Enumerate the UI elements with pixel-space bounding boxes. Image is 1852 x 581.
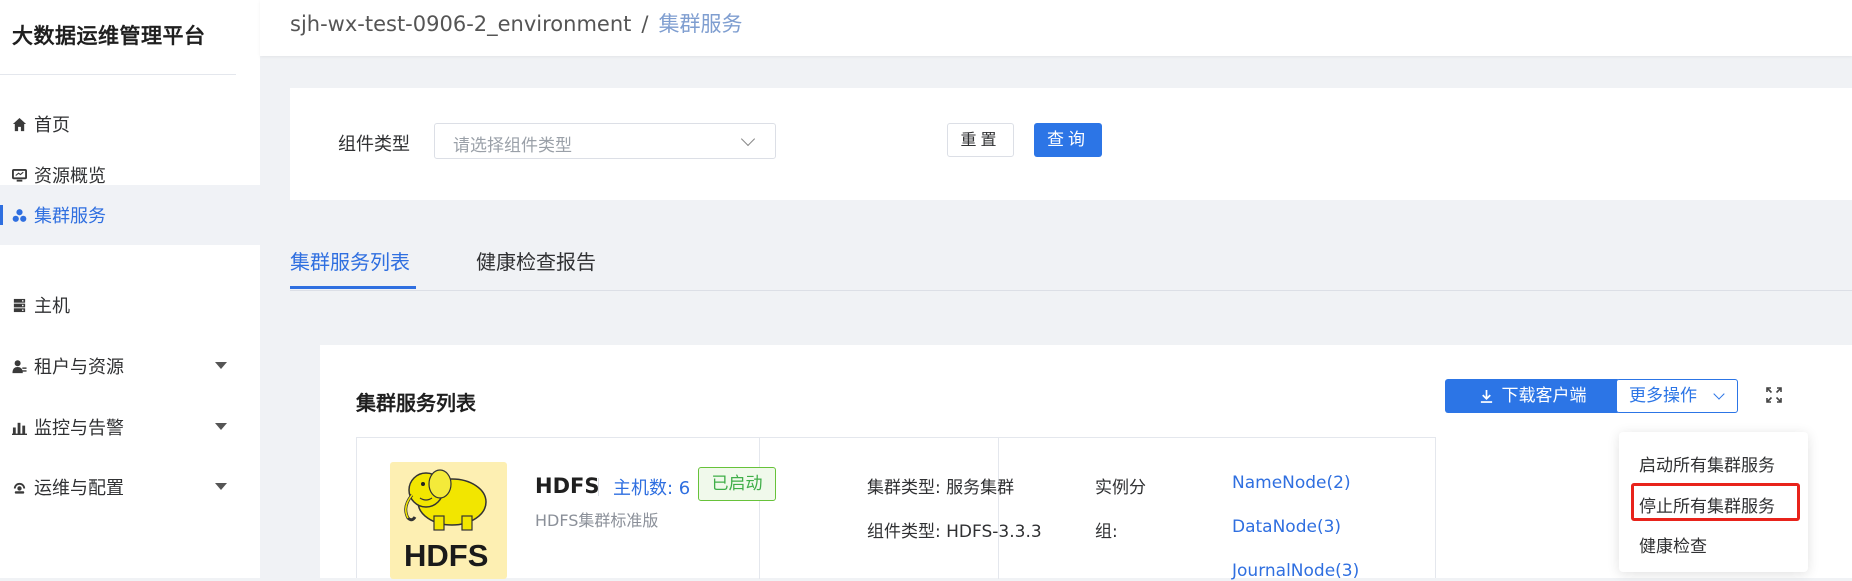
breadcrumb-environment[interactable]: sjh-wx-test-0906-2_environment — [290, 12, 631, 36]
menu-item-health-check[interactable]: 健康检查 — [1639, 532, 1707, 557]
chevron-down-icon — [740, 131, 756, 147]
cluster-type: 集群类型: 服务集群 — [867, 478, 1015, 498]
breadcrumb-separator: / — [641, 12, 649, 36]
active-tab-indicator — [290, 286, 416, 289]
sidebar: 大数据运维管理平台 首页 资源概览 集群服务 主机 租户与资源 监控与告警 运维… — [0, 0, 260, 578]
breadcrumb: sjh-wx-test-0906-2_environment / 集群服务 — [290, 8, 742, 38]
fullscreen-icon[interactable] — [1764, 385, 1784, 405]
sidebar-item-cluster-services[interactable]: 集群服务 — [0, 185, 260, 245]
chart-icon — [12, 420, 27, 435]
select-placeholder: 请选择组件类型 — [453, 136, 572, 156]
instance-group-label-cont: 组: — [1095, 522, 1118, 542]
component-type-select[interactable]: 请选择组件类型 — [434, 123, 776, 159]
chevron-down-icon — [1713, 388, 1725, 400]
service-row: HDFS HDFS 主机数: 6 已启动 HDFS集群标准版 集群类型: 服务集… — [356, 437, 1436, 581]
top-bar: sjh-wx-test-0906-2_environment / 集群服务 — [260, 0, 1852, 56]
download-client-button[interactable]: 下载客户端 — [1445, 379, 1620, 413]
logo-text: HDFS — [404, 538, 489, 573]
sidebar-item-ops-config[interactable]: 运维与配置 — [0, 457, 260, 517]
sidebar-item-label: 租户与资源 — [34, 357, 124, 378]
tab-health-report[interactable]: 健康检查报告 — [476, 246, 596, 275]
filter-panel: 组件类型 请选择组件类型 重置 查询 — [290, 88, 1852, 200]
host-count[interactable]: 主机数: 6 — [613, 474, 690, 500]
sidebar-item-label: 运维与配置 — [34, 478, 124, 499]
sidebar-item-label: 主机 — [34, 296, 70, 317]
download-client-label: 下载客户端 — [1501, 386, 1587, 406]
tab-cluster-service-list[interactable]: 集群服务列表 — [290, 246, 410, 275]
breadcrumb-current: 集群服务 — [658, 12, 743, 36]
brand-divider — [0, 74, 236, 75]
sidebar-item-label: 集群服务 — [34, 206, 106, 227]
app-title: 大数据运维管理平台 — [12, 24, 206, 48]
more-actions-label: 更多操作 — [1629, 386, 1697, 406]
component-type: 组件类型: HDFS-3.3.3 — [867, 522, 1042, 542]
active-indicator — [0, 205, 3, 225]
highlight-box — [1631, 483, 1800, 521]
sidebar-item-hosts[interactable]: 主机 — [0, 275, 260, 335]
reset-button[interactable]: 重置 — [947, 123, 1014, 157]
hdfs-logo: HDFS — [390, 462, 507, 579]
service-name[interactable]: HDFS — [535, 474, 599, 498]
list-title: 集群服务列表 — [356, 391, 476, 415]
status-badge: 已启动 — [698, 467, 776, 501]
server-icon — [12, 298, 27, 313]
sidebar-item-tenants[interactable]: 租户与资源 — [0, 336, 260, 396]
home-icon — [12, 117, 27, 132]
component-type-label: 组件类型 — [338, 134, 410, 155]
sidebar-item-label: 监控与告警 — [34, 418, 124, 439]
sidebar-item-monitoring[interactable]: 监控与告警 — [0, 397, 260, 457]
chevron-down-icon — [215, 423, 227, 430]
instance-group-label: 实例分 — [1095, 478, 1146, 498]
more-actions-button[interactable]: 更多操作 — [1616, 379, 1738, 413]
query-button[interactable]: 查询 — [1034, 123, 1102, 157]
instance-link-namenode[interactable]: NameNode(2) — [1232, 473, 1351, 493]
divider — [998, 438, 999, 579]
sidebar-item-label: 首页 — [34, 115, 70, 136]
elephant-icon — [404, 469, 487, 531]
user-icon — [12, 359, 27, 374]
settings-icon — [12, 480, 27, 495]
download-icon — [1480, 389, 1492, 403]
divider — [598, 478, 599, 496]
divider — [759, 438, 760, 579]
chevron-down-icon — [215, 483, 227, 490]
menu-item-start-all[interactable]: 启动所有集群服务 — [1639, 451, 1775, 476]
instance-link-datanode[interactable]: DataNode(3) — [1232, 517, 1341, 537]
instance-link-journalnode[interactable]: JournalNode(3) — [1232, 561, 1359, 581]
service-subtitle: HDFS集群标准版 — [535, 511, 659, 530]
monitor-icon — [12, 168, 27, 183]
cluster-icon — [12, 208, 27, 223]
tabs: 集群服务列表 健康检查报告 — [290, 232, 1852, 291]
chevron-down-icon — [215, 362, 227, 369]
